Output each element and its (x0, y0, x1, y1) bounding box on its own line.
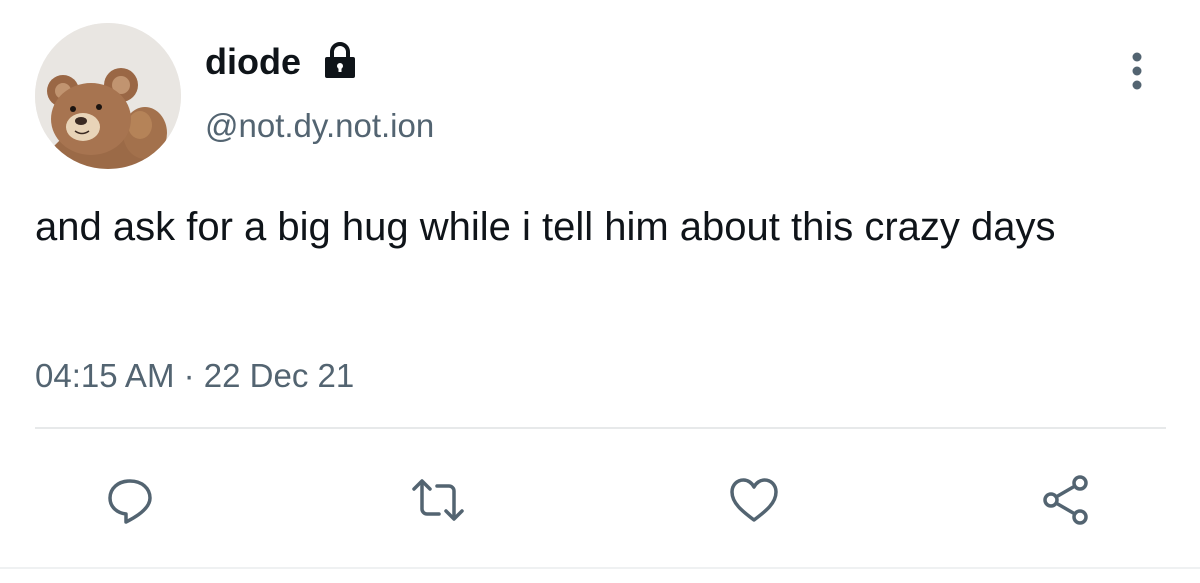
teddy-bear-avatar-icon (35, 23, 181, 169)
more-vertical-icon (1132, 52, 1142, 90)
tweet-timestamp[interactable]: 04:15 AM · 22 Dec 21 (35, 356, 354, 396)
more-options-button[interactable] (1114, 48, 1160, 94)
share-button[interactable] (1036, 470, 1096, 530)
reply-button[interactable] (100, 470, 160, 530)
tweet-text: and ask for a big hug while i tell him a… (35, 205, 1056, 249)
avatar[interactable] (35, 23, 181, 169)
user-handle[interactable]: @not.dy.not.ion (205, 106, 434, 146)
like-button[interactable] (724, 470, 784, 530)
lock-icon (325, 42, 355, 78)
retweet-button[interactable] (408, 470, 468, 530)
display-name[interactable]: diode (205, 40, 301, 84)
heart-icon (730, 478, 778, 522)
share-icon (1043, 475, 1088, 525)
reply-icon (108, 479, 152, 524)
divider (35, 427, 1166, 429)
bottom-divider (0, 567, 1200, 569)
retweet-icon (412, 479, 464, 521)
